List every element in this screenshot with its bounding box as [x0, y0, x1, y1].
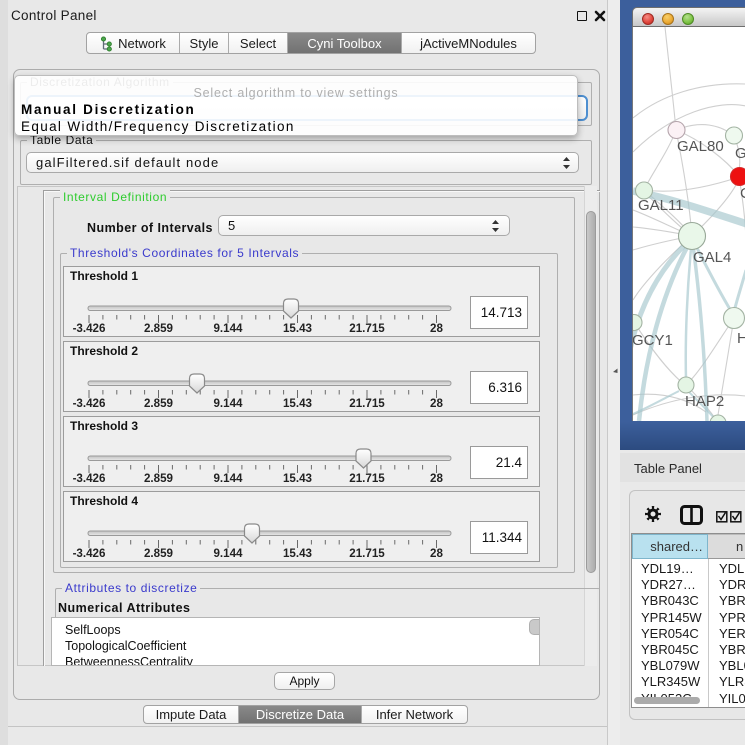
svg-text:15.43: 15.43	[283, 397, 313, 410]
svg-text:GAL11: GAL11	[638, 197, 684, 214]
svg-text:15.43: 15.43	[283, 472, 313, 485]
svg-text:21.715: 21.715	[349, 397, 385, 410]
svg-text:2.859: 2.859	[144, 472, 174, 485]
svg-text:9.144: 9.144	[213, 397, 243, 410]
svg-text:21.715: 21.715	[349, 322, 385, 335]
svg-text:C: C	[740, 185, 745, 202]
svg-text:28: 28	[430, 397, 443, 410]
svg-text:GAL4: GAL4	[693, 249, 731, 266]
svg-text:H: H	[737, 330, 745, 347]
svg-text:-3.426: -3.426	[73, 472, 106, 485]
svg-text:-3.426: -3.426	[73, 322, 106, 335]
svg-text:9.144: 9.144	[213, 472, 243, 485]
svg-text:15.43: 15.43	[283, 322, 313, 335]
svg-text:-3.426: -3.426	[73, 547, 106, 560]
svg-text:9.144: 9.144	[213, 547, 243, 560]
svg-text:21.715: 21.715	[349, 472, 385, 485]
svg-text:28: 28	[430, 472, 443, 485]
svg-text:GAL80: GAL80	[677, 138, 724, 155]
svg-text:28: 28	[430, 547, 443, 560]
svg-text:2.859: 2.859	[144, 322, 174, 335]
svg-text:2.859: 2.859	[144, 397, 174, 410]
svg-text:15.43: 15.43	[283, 547, 313, 560]
svg-text:21.715: 21.715	[349, 547, 385, 560]
svg-text:2.859: 2.859	[144, 547, 174, 560]
svg-text:HAP2: HAP2	[685, 393, 724, 410]
svg-text:G.: G.	[735, 145, 745, 162]
svg-text:-3.426: -3.426	[73, 397, 106, 410]
svg-text:GCY1: GCY1	[633, 332, 673, 349]
svg-text:28: 28	[430, 322, 443, 335]
svg-text:9.144: 9.144	[213, 322, 243, 335]
